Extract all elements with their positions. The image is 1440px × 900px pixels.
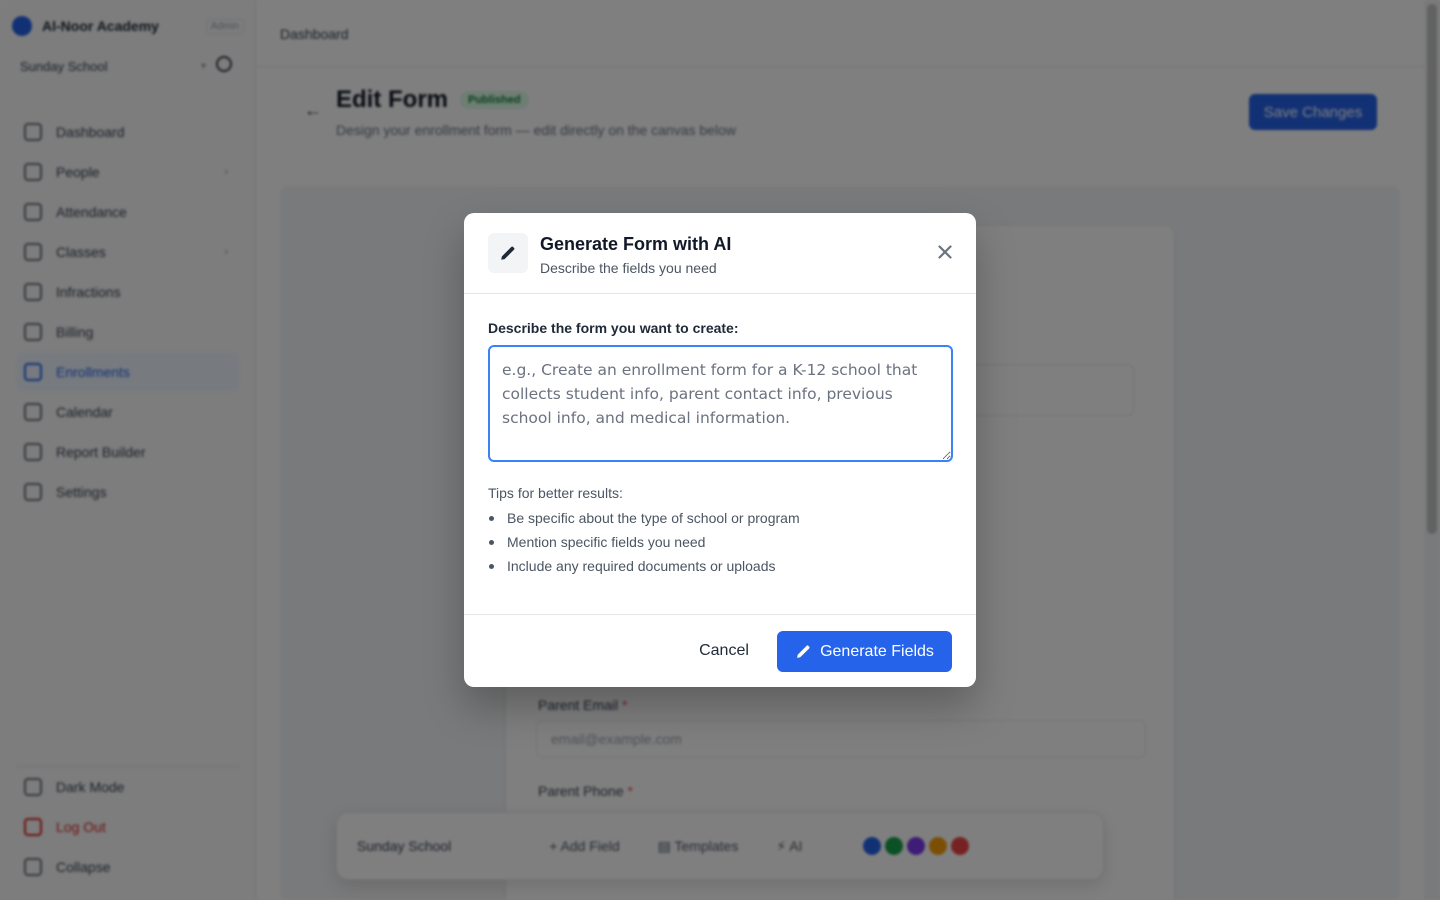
pencil-icon [488,233,528,273]
cancel-button[interactable]: Cancel [683,631,765,671]
prompt-label: Describe the form you want to create: [488,320,739,336]
tips-list: Be specific about the type of school or … [488,509,952,581]
pencil-icon [797,645,810,658]
close-icon[interactable] [934,241,956,263]
tips-title: Tips for better results: [488,485,623,501]
modal-header: Generate Form with AI Describe the field… [464,213,976,294]
generate-form-ai-modal: Generate Form with AI Describe the field… [464,213,976,687]
tip-item: Include any required documents or upload… [488,557,952,581]
generate-fields-label: Generate Fields [820,642,934,660]
modal-footer: Cancel Generate Fields [464,614,976,687]
form-description-textarea[interactable] [488,345,953,462]
modal-title: Generate Form with AI [540,234,732,254]
generate-fields-button[interactable]: Generate Fields [777,631,952,672]
tip-item: Be specific about the type of school or … [488,509,952,533]
tip-item: Mention specific fields you need [488,533,952,557]
modal-subtitle: Describe the fields you need [540,260,717,276]
